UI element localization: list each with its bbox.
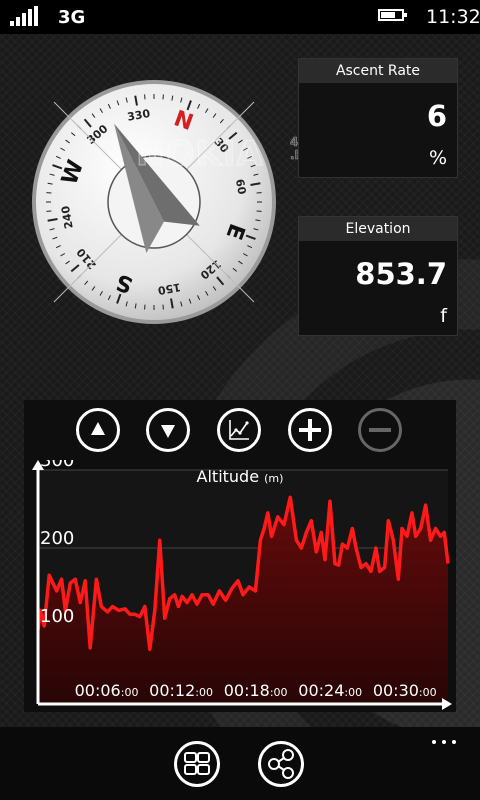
ascent-rate-value: 6 — [426, 99, 447, 133]
zoom-out-button[interactable] — [358, 408, 402, 452]
signal-strength-icon — [10, 6, 42, 26]
watermark-logo: NOKIA — [136, 134, 264, 175]
more-dot-icon — [452, 740, 456, 744]
ascent-rate-panel: Ascent Rate 6 % — [298, 58, 458, 178]
more-options-button[interactable] — [430, 736, 460, 748]
compass-dial: 3060120150210240300330 N E S W — [32, 80, 276, 324]
more-dot-icon — [432, 740, 436, 744]
battery-icon — [378, 9, 407, 21]
y-tick-label: 200 — [40, 528, 74, 549]
triangle-up-icon — [91, 422, 105, 435]
triangle-down-icon — [161, 425, 175, 438]
network-type: 3G — [58, 7, 86, 28]
share-button[interactable] — [258, 741, 304, 787]
application-bar — [0, 727, 480, 800]
dashboard-icon — [184, 752, 210, 775]
y-tick-label: 100 — [40, 606, 74, 627]
chart-title-unit: (m) — [264, 472, 283, 485]
x-tick-sublabel: :00 — [121, 686, 139, 699]
x-tick-sublabel: :00 — [419, 686, 437, 699]
compass-degree-label: 60 — [233, 178, 249, 196]
elevation-title: Elevation — [299, 217, 457, 241]
line-chart-icon — [229, 420, 249, 440]
x-tick-sublabel: :00 — [344, 686, 362, 699]
scroll-down-button[interactable] — [146, 408, 190, 452]
chart-view-button[interactable] — [217, 408, 261, 452]
x-tick-sublabel: :00 — [195, 686, 213, 699]
scroll-up-button[interactable] — [76, 408, 120, 452]
plus-icon — [299, 419, 321, 441]
elevation-panel: Elevation 853.7 f — [298, 216, 458, 336]
x-tick-sublabel: :00 — [270, 686, 288, 699]
elevation-unit: f — [440, 305, 447, 327]
ascent-rate-unit: % — [428, 147, 447, 169]
elevation-value: 853.7 — [355, 257, 447, 291]
altitude-chart: 30020010000:06:00 00:12:00 00:18:00 00:24:0… — [32, 460, 452, 710]
clock: 11:32 — [426, 6, 480, 28]
status-bar: 3G 11:32 — [0, 0, 480, 34]
dashboard-button[interactable] — [174, 741, 220, 787]
ascent-rate-title: Ascent Rate — [299, 59, 457, 83]
more-dot-icon — [442, 740, 446, 744]
y-tick-label: 300 — [40, 460, 74, 471]
minus-icon — [369, 428, 391, 432]
zoom-in-button[interactable] — [288, 408, 332, 452]
share-nodes-icon — [268, 749, 294, 779]
